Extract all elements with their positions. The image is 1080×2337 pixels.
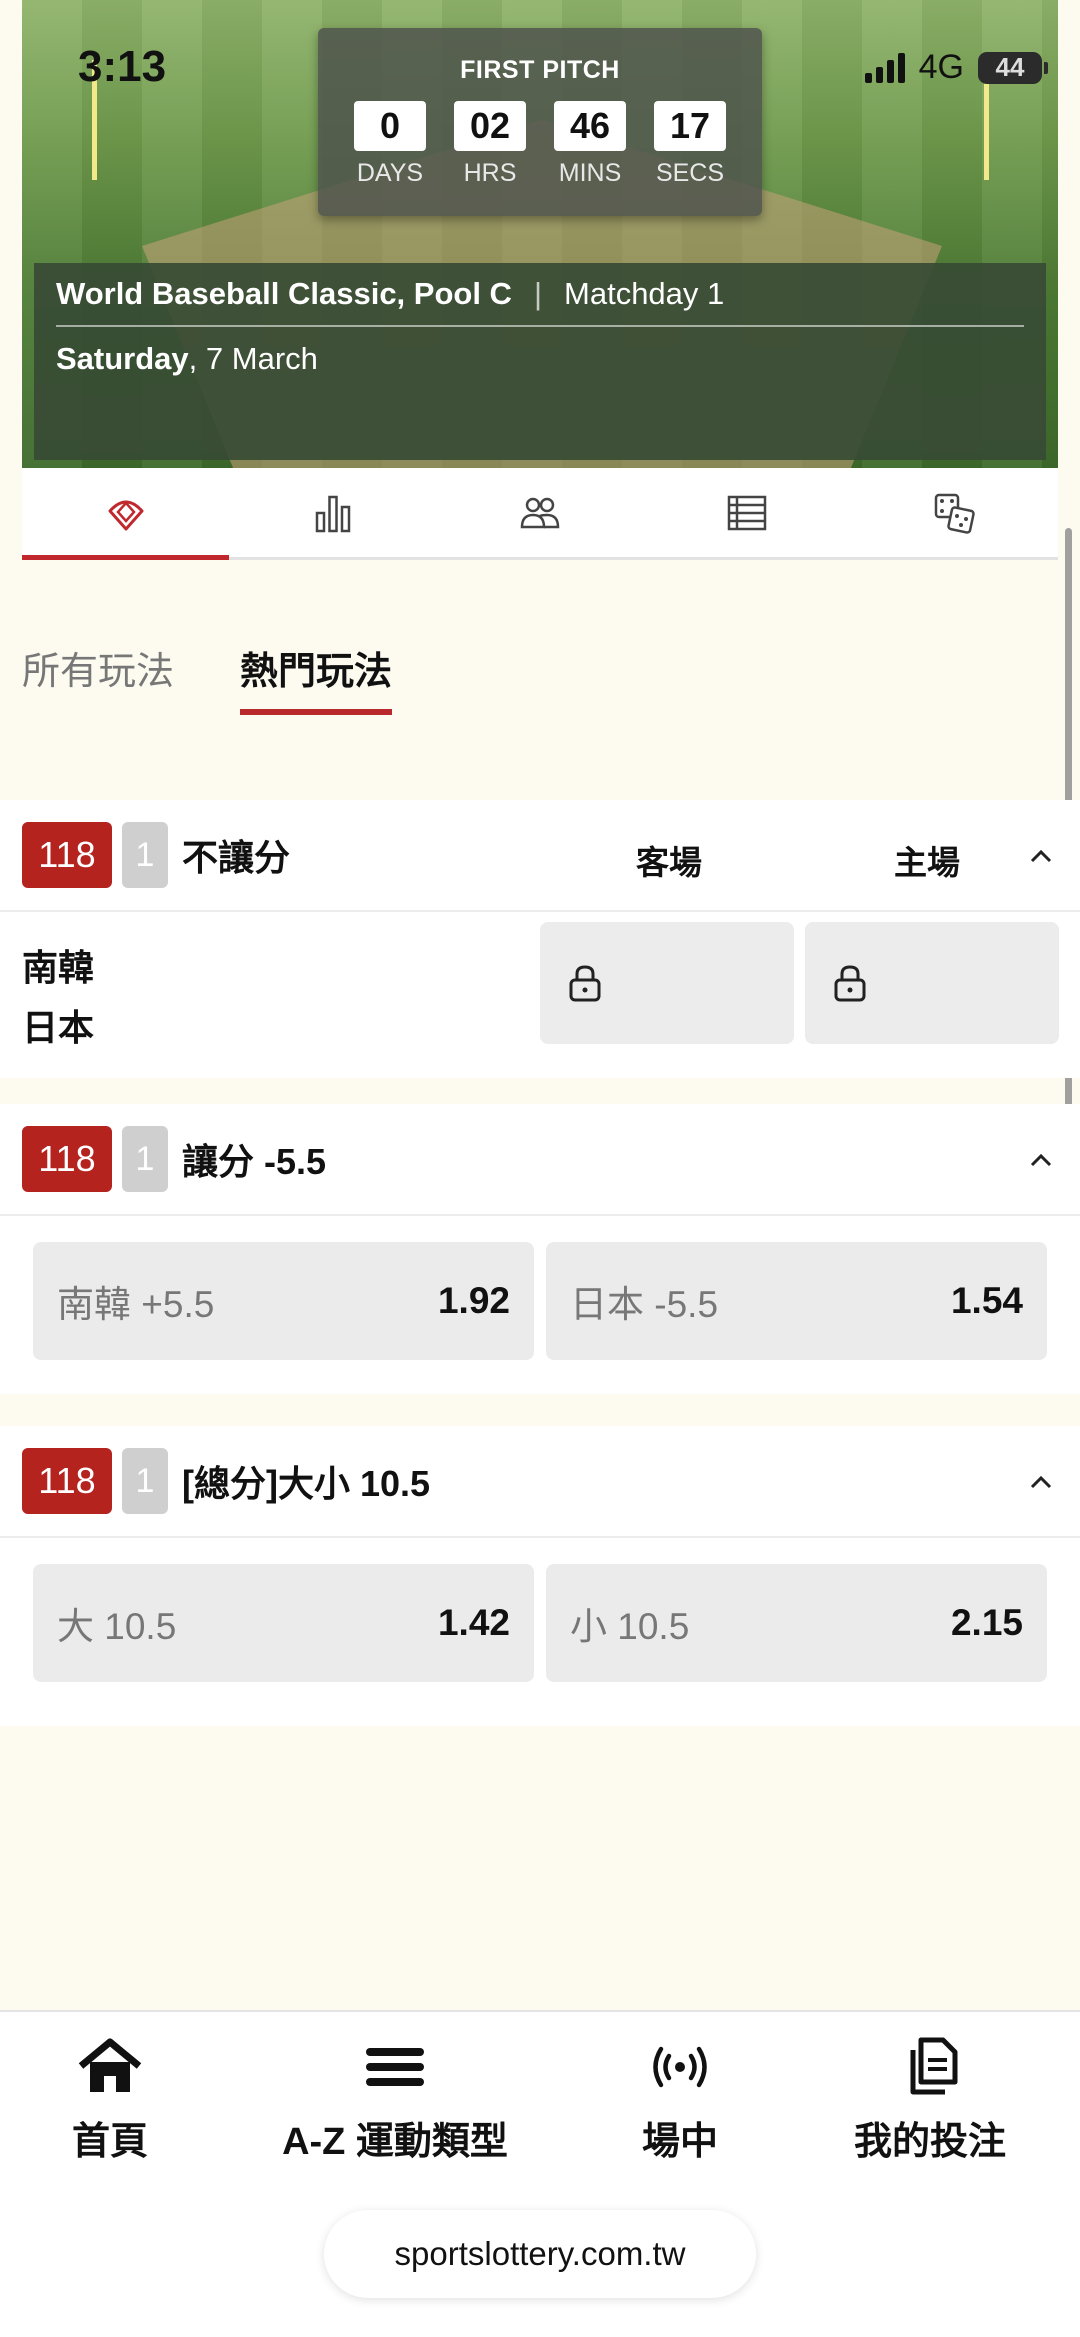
nav-label: 我的投注 <box>853 2121 1006 2163</box>
network-type: 4G <box>918 48 964 86</box>
tab-lineups[interactable] <box>436 468 643 557</box>
odds-label: 南韓 +5.5 <box>57 1284 215 1325</box>
lock-icon <box>834 965 866 1002</box>
nav-az-sports[interactable]: A-Z 運動類型 <box>270 2036 520 2165</box>
match-date-text: , 7 March <box>188 341 318 376</box>
odds-value: 2.15 <box>950 1602 1023 1643</box>
tab-popular-plays[interactable]: 熱門玩法 <box>240 640 393 715</box>
nav-label: A-Z 運動類型 <box>282 2121 508 2163</box>
countdown-panel: FIRST PITCH 0 DAYS 02 HRS 46 MINS 17 SEC… <box>318 28 762 216</box>
chevron-up-icon[interactable] <box>1028 844 1054 870</box>
odds-button[interactable]: 小 10.5 2.15 <box>546 1564 1047 1682</box>
tab-all-plays[interactable]: 所有玩法 <box>22 640 174 715</box>
home-odds-locked[interactable] <box>805 922 1059 1044</box>
odds-label: 大 10.5 <box>57 1606 177 1647</box>
home-team: 日本 <box>22 1007 95 1048</box>
away-team: 南韓 <box>22 947 95 988</box>
market-total: 118 1 [總分]大小 10.5 大 10.5 1.42 小 10.5 2.1… <box>0 1426 1080 1726</box>
nav-my-bets[interactable]: 我的投注 <box>842 2036 1018 2165</box>
countdown-caption: MINS <box>558 159 622 187</box>
live-broadcast-icon <box>653 2046 707 2088</box>
battery-level: 44 <box>995 52 1025 82</box>
tab-standings[interactable] <box>644 468 851 557</box>
status-time: 3:13 <box>78 42 167 91</box>
home-column-header: 主場 <box>894 844 960 881</box>
match-day: Saturday <box>56 341 189 376</box>
countdown-days: 0 DAYS <box>354 101 426 188</box>
market-title: 讓分 -5.5 <box>182 1141 327 1182</box>
odds-value: 1.54 <box>950 1280 1023 1321</box>
odds-value: 1.92 <box>437 1280 510 1321</box>
home-icon <box>78 2038 142 2092</box>
away-column-header: 客場 <box>636 844 702 881</box>
chevron-up-icon[interactable] <box>1028 1470 1054 1496</box>
market-code-badge: 118 <box>22 1448 112 1514</box>
market-code-badge: 118 <box>22 822 112 888</box>
market-header[interactable]: 118 1 不讓分 客場 主場 <box>0 800 1080 912</box>
nav-home[interactable]: 首頁 <box>38 2036 182 2165</box>
market-header[interactable]: 118 1 [總分]大小 10.5 <box>0 1426 1080 1538</box>
countdown-value: 46 <box>554 101 626 151</box>
browser-url-bar[interactable]: sportslottery.com.tw <box>324 2210 756 2298</box>
countdown-label: FIRST PITCH <box>460 56 620 84</box>
market-moneyline: 118 1 不讓分 客場 主場 南韓 日本 <box>0 800 1080 1078</box>
list-table-icon <box>727 495 767 530</box>
lock-icon <box>569 965 601 1002</box>
nav-live[interactable]: 場中 <box>620 2036 740 2165</box>
bet-slip-icon <box>910 2037 958 2095</box>
match-info-panel: World Baseball Classic, Pool C | Matchda… <box>34 263 1046 460</box>
odds-button[interactable]: 大 10.5 1.42 <box>33 1564 534 1682</box>
countdown-caption: HRS <box>463 159 517 187</box>
dice-icon <box>935 493 976 534</box>
market-code-badge: 118 <box>22 1126 112 1192</box>
countdown-minutes: 46 MINS <box>554 101 626 188</box>
countdown-value: 02 <box>454 101 526 151</box>
matchday: Matchday 1 <box>564 276 725 311</box>
baseball-diamond-icon <box>108 500 144 530</box>
nav-label: 場中 <box>641 2121 718 2163</box>
countdown-value: 0 <box>354 101 426 151</box>
countdown-seconds: 17 SECS <box>654 101 726 188</box>
signal-icon <box>864 52 905 83</box>
menu-icon <box>366 2048 424 2086</box>
odds-label: 日本 -5.5 <box>570 1284 719 1325</box>
odds-value: 1.42 <box>437 1602 510 1643</box>
players-icon <box>520 497 560 528</box>
match-date: Saturday, 7 March <box>56 341 1024 377</box>
market-count-badge: 1 <box>122 822 168 888</box>
battery-icon: 44 <box>978 51 1048 84</box>
market-handicap: 118 1 讓分 -5.5 南韓 +5.5 1.92 日本 -5.5 1.54 <box>0 1104 1080 1394</box>
tab-markets[interactable] <box>22 468 230 560</box>
countdown-caption: SECS <box>655 159 725 187</box>
market-title: [總分]大小 10.5 <box>182 1463 431 1504</box>
countdown-caption: DAYS <box>356 159 424 187</box>
countdown-value: 17 <box>654 101 726 151</box>
nav-label: 首頁 <box>71 2121 148 2163</box>
tab-games[interactable] <box>851 468 1058 557</box>
odds-button[interactable]: 南韓 +5.5 1.92 <box>33 1242 534 1360</box>
odds-row: 南韓 +5.5 1.92 日本 -5.5 1.54 <box>33 1242 1047 1360</box>
info-separator: | <box>533 276 543 311</box>
countdown-hours: 02 HRS <box>454 101 526 188</box>
bar-chart-icon <box>315 495 351 532</box>
tab-stats[interactable] <box>229 468 436 557</box>
market-count-badge: 1 <box>122 1126 168 1192</box>
competition-name: World Baseball Classic, Pool C <box>56 276 512 311</box>
market-count-badge: 1 <box>122 1448 168 1514</box>
play-type-tabs: 所有玩法 熱門玩法 <box>22 640 393 715</box>
team-names: 南韓 日本 <box>22 938 94 1058</box>
chevron-up-icon[interactable] <box>1028 1148 1054 1174</box>
away-odds-locked[interactable] <box>540 922 794 1044</box>
market-header[interactable]: 118 1 讓分 -5.5 <box>0 1104 1080 1216</box>
odds-label: 小 10.5 <box>570 1606 690 1647</box>
match-icon-tabs <box>22 468 1058 560</box>
status-indicators: 4G 44 <box>864 48 1048 87</box>
odds-button[interactable]: 日本 -5.5 1.54 <box>546 1242 1047 1360</box>
odds-row: 大 10.5 1.42 小 10.5 2.15 <box>33 1564 1047 1682</box>
market-title: 不讓分 <box>182 837 291 878</box>
